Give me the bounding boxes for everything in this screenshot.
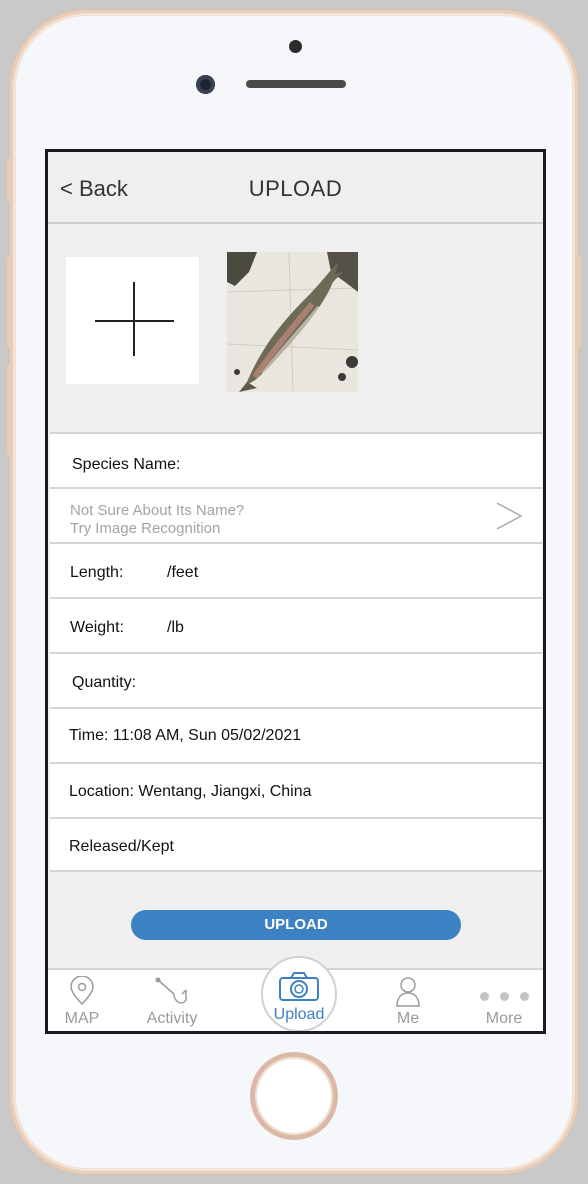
weight-label: Weight: bbox=[70, 619, 124, 636]
tab-map-label: MAP bbox=[64, 1010, 100, 1027]
add-photo-button[interactable] bbox=[66, 257, 199, 384]
user-icon bbox=[396, 977, 420, 1007]
tab-more[interactable]: More bbox=[464, 970, 543, 1031]
map-pin-icon bbox=[70, 976, 94, 1006]
home-button[interactable] bbox=[250, 1052, 338, 1140]
tab-upload[interactable]: Upload bbox=[261, 956, 337, 1031]
weight-row[interactable]: Weight: /lb bbox=[50, 597, 542, 652]
image-recognition-row[interactable]: Not Sure About Its Name? Try Image Recog… bbox=[50, 487, 542, 542]
weight-unit: /lb bbox=[167, 619, 184, 636]
species-name-label: Species Name: bbox=[72, 456, 181, 473]
tab-upload-label: Upload bbox=[273, 1006, 325, 1023]
photo-area bbox=[48, 224, 543, 432]
tab-activity[interactable]: Activity bbox=[132, 970, 212, 1031]
time-row[interactable]: Time: 11:08 AM, Sun 05/02/2021 bbox=[50, 707, 542, 762]
released-kept-row[interactable]: Released/Kept bbox=[50, 817, 542, 872]
power-button bbox=[576, 256, 581, 348]
front-camera bbox=[196, 75, 215, 94]
volume-down-button bbox=[7, 364, 12, 456]
length-unit: /feet bbox=[167, 564, 199, 581]
time-text: Time: 11:08 AM, Sun 05/02/2021 bbox=[69, 727, 302, 744]
nav-header: < Back UPLOAD bbox=[48, 152, 543, 224]
earpiece-speaker bbox=[246, 80, 346, 88]
tab-me-label: Me bbox=[396, 1010, 420, 1027]
recognition-hint-line1: Not Sure About Its Name? bbox=[70, 502, 245, 519]
length-label: Length: bbox=[70, 564, 124, 581]
volume-up-button bbox=[7, 256, 12, 348]
quantity-row[interactable]: Quantity: bbox=[50, 652, 542, 707]
species-name-row[interactable]: Species Name: bbox=[50, 432, 542, 487]
chevron-right-icon bbox=[496, 502, 522, 530]
tab-map[interactable]: MAP bbox=[48, 970, 122, 1031]
tab-activity-label: Activity bbox=[146, 1010, 198, 1027]
location-row[interactable]: Location: Wentang, Jiangxi, China bbox=[50, 762, 542, 817]
fishing-hook-icon bbox=[155, 977, 187, 1004]
recognition-hint-line2: Try Image Recognition bbox=[70, 520, 221, 537]
proximity-sensor bbox=[289, 40, 302, 53]
camera-icon bbox=[279, 972, 319, 1001]
upload-button[interactable]: UPLOAD bbox=[131, 910, 461, 940]
tab-more-label: More bbox=[485, 1010, 523, 1027]
app-screen: < Back UPLOAD Species Name: Not Sure Abo… bbox=[45, 149, 546, 1034]
mute-switch bbox=[7, 158, 12, 202]
page-title: UPLOAD bbox=[248, 176, 343, 201]
length-row[interactable]: Length: /feet bbox=[50, 542, 542, 597]
quantity-label: Quantity: bbox=[72, 674, 137, 691]
fish-photo[interactable] bbox=[227, 252, 358, 392]
location-text: Location: Wentang, Jiangxi, China bbox=[69, 783, 312, 800]
tab-me[interactable]: Me bbox=[368, 970, 448, 1031]
released-kept-label: Released/Kept bbox=[69, 838, 174, 855]
